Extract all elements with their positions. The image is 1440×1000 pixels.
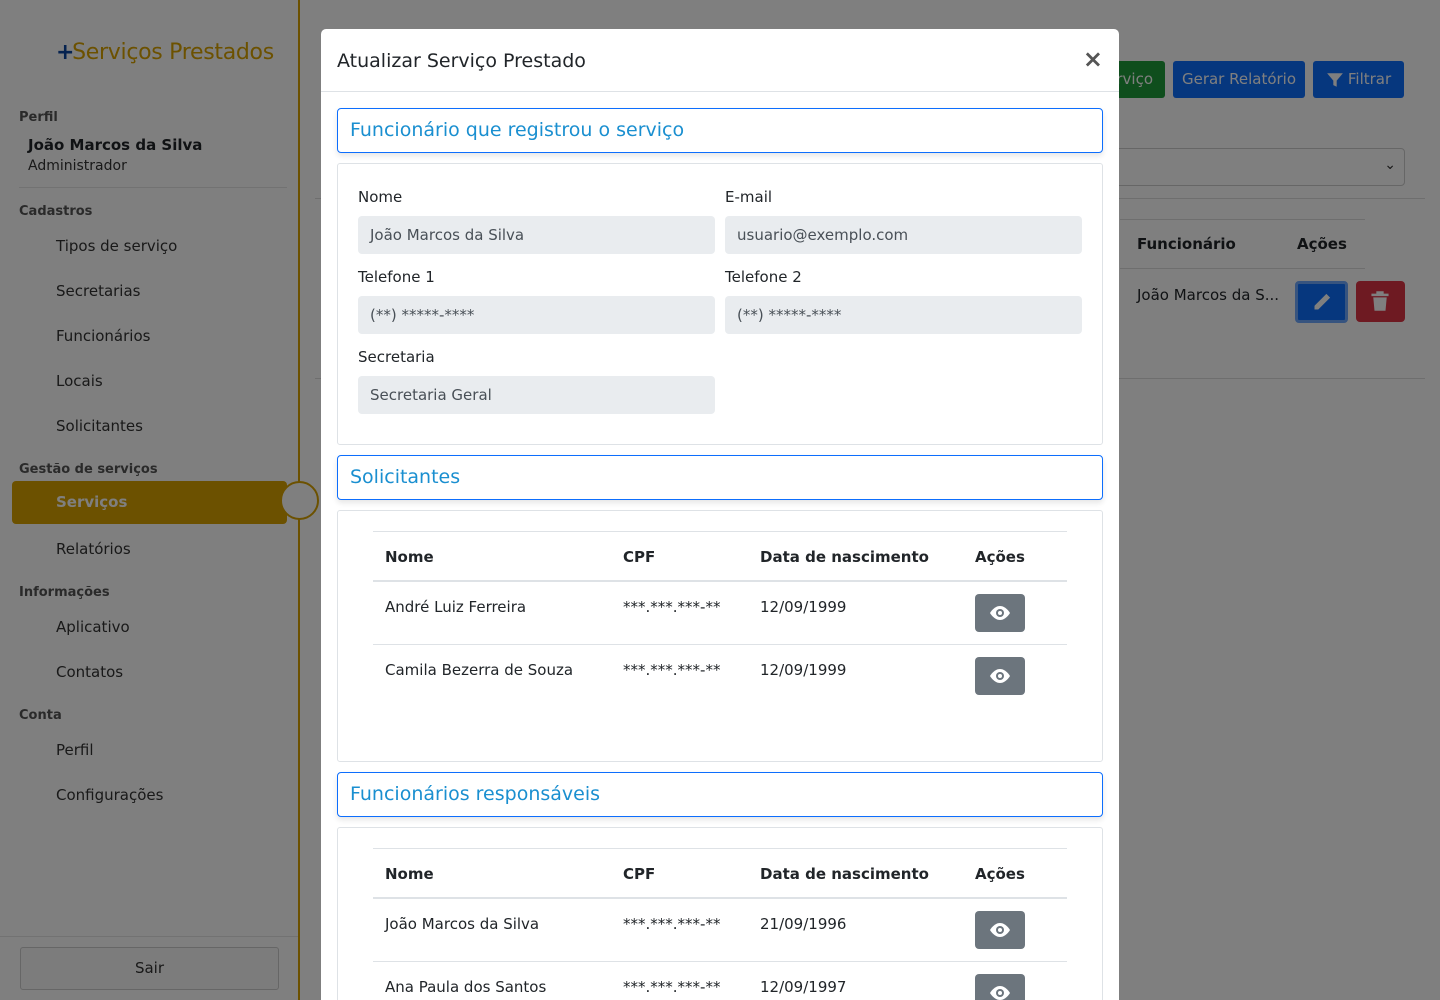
column-header-cpf: CPF [623, 865, 656, 883]
phone2-field[interactable]: (**) *****-**** [725, 296, 1082, 334]
requesters-section-header: Solicitantes [337, 455, 1103, 500]
requesters-section-body: Nome CPF Data de nascimento Ações André … [337, 510, 1103, 762]
email-field[interactable]: usuario@exemplo.com [725, 216, 1082, 254]
department-label: Secretaria [358, 348, 435, 366]
table-header-line [373, 580, 1067, 582]
row-birth: 12/09/1999 [760, 661, 847, 679]
close-icon[interactable]: × [1083, 47, 1103, 71]
eye-icon [990, 923, 1010, 937]
column-header-nome: Nome [385, 548, 434, 566]
modal-title: Atualizar Serviço Prestado [337, 50, 586, 72]
update-service-modal: Atualizar Serviço Prestado × Funcionário… [321, 29, 1119, 1000]
eye-icon [990, 606, 1010, 620]
table-line [373, 531, 1067, 532]
eye-icon [990, 986, 1010, 1000]
registrant-section-title: Funcionário que registrou o serviço [350, 119, 685, 141]
name-label: Nome [358, 188, 403, 206]
table-line [373, 848, 1067, 849]
row-name: André Luiz Ferreira [385, 598, 527, 616]
column-header-acoes: Ações [975, 865, 1025, 883]
row-name: João Marcos da Silva [385, 915, 540, 933]
row-cpf: ***.***.***-** [623, 915, 721, 933]
row-birth: 21/09/1996 [760, 915, 847, 933]
row-birth: 12/09/1999 [760, 598, 847, 616]
row-cpf: ***.***.***-** [623, 978, 721, 996]
registrant-section-header: Funcionário que registrou o serviço [337, 108, 1103, 153]
responsibles-section-title: Funcionários responsáveis [350, 783, 601, 805]
requesters-section-title: Solicitantes [350, 466, 461, 488]
responsibles-section-body: Nome CPF Data de nascimento Ações João M… [337, 827, 1103, 1000]
column-header-nome: Nome [385, 865, 434, 883]
column-header-data-nascimento: Data de nascimento [760, 865, 929, 883]
view-button[interactable] [975, 974, 1025, 1000]
column-header-data-nascimento: Data de nascimento [760, 548, 929, 566]
row-name: Ana Paula dos Santos [385, 978, 547, 996]
registrant-section-body: Nome João Marcos da Silva E-mail usuario… [337, 163, 1103, 445]
column-header-acoes: Ações [975, 548, 1025, 566]
view-button[interactable] [975, 594, 1025, 632]
name-field[interactable]: João Marcos da Silva [358, 216, 715, 254]
row-cpf: ***.***.***-** [623, 661, 721, 679]
view-button[interactable] [975, 657, 1025, 695]
table-line [373, 961, 1067, 962]
view-button[interactable] [975, 911, 1025, 949]
phone1-label: Telefone 1 [358, 268, 435, 286]
table-line [373, 644, 1067, 645]
column-header-cpf: CPF [623, 548, 656, 566]
responsibles-section-header: Funcionários responsáveis [337, 772, 1103, 817]
phone1-field[interactable]: (**) *****-**** [358, 296, 715, 334]
row-birth: 12/09/1997 [760, 978, 847, 996]
row-cpf: ***.***.***-** [623, 598, 721, 616]
modal-header: Atualizar Serviço Prestado × [321, 29, 1119, 92]
table-header-line [373, 897, 1067, 899]
email-label: E-mail [725, 188, 773, 206]
department-field[interactable]: Secretaria Geral [358, 376, 715, 414]
phone2-label: Telefone 2 [725, 268, 802, 286]
eye-icon [990, 669, 1010, 683]
row-name: Camila Bezerra de Souza [385, 661, 574, 679]
